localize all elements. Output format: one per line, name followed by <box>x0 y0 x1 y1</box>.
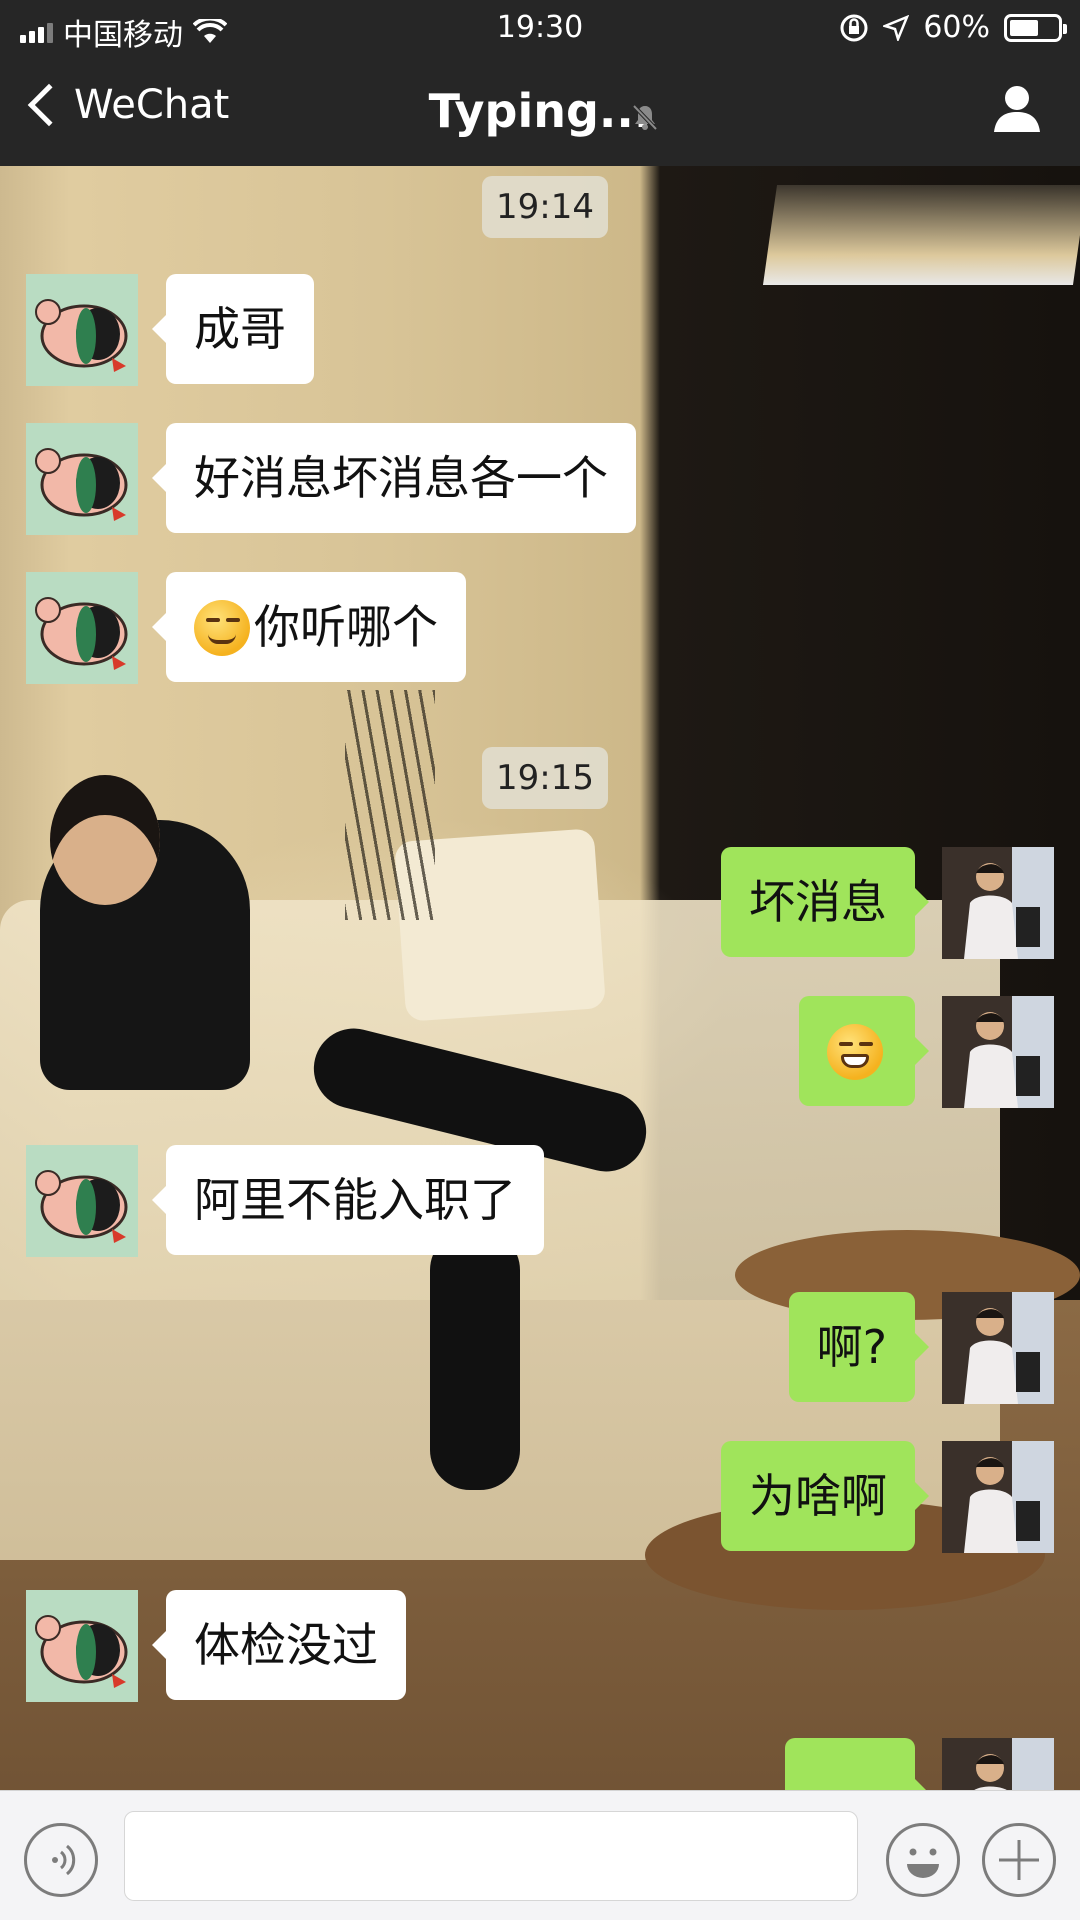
bg-ceiling-light <box>762 185 1080 285</box>
message-bubble[interactable]: 好消息坏消息各一个 <box>152 423 636 533</box>
location-icon <box>883 14 910 41</box>
avatar-image <box>942 1441 1054 1553</box>
avatar-image <box>26 423 138 535</box>
grin-emoji <box>827 1023 883 1080</box>
plus-icon <box>999 1840 1039 1880</box>
message-text: 为啥啊 <box>749 1469 887 1523</box>
mute-icon <box>632 104 658 131</box>
avatar[interactable] <box>942 847 1054 959</box>
timestamp: 19:14 <box>482 176 608 238</box>
message-text: 体检没过 <box>194 1618 378 1672</box>
timestamp: 19:15 <box>482 747 608 809</box>
message-text: 成哥 <box>194 302 286 356</box>
nav-bar: WeChat Typing... <box>0 54 1080 166</box>
avatar[interactable] <box>942 1441 1054 1553</box>
profile-icon[interactable] <box>990 82 1044 136</box>
avatar-image <box>942 996 1054 1108</box>
avatar[interactable] <box>942 1292 1054 1404</box>
message-bubble[interactable]: 体检没过 <box>152 1590 406 1700</box>
avatar[interactable] <box>26 1145 138 1257</box>
chat-title: Typing... <box>428 84 652 138</box>
smirk-emoji <box>194 599 250 656</box>
message-bubble[interactable]: 成哥 <box>152 274 314 384</box>
message-text: 啊? <box>816 1320 887 1374</box>
plus-button[interactable] <box>982 1823 1056 1897</box>
message-bubble[interactable]: 为啥啊 <box>721 1441 929 1551</box>
avatar-image <box>26 274 138 386</box>
avatar-image <box>942 847 1054 959</box>
message-text: 好消息坏消息各一个 <box>194 451 608 505</box>
battery-percent: 60% <box>923 10 990 45</box>
avatar[interactable] <box>26 423 138 535</box>
message-text: 坏消息 <box>749 875 887 929</box>
message-bubble[interactable]: 阿里不能入职了 <box>152 1145 544 1255</box>
avatar-image <box>26 1145 138 1257</box>
rotation-lock-icon <box>840 14 868 41</box>
bg-person-legs <box>430 1230 520 1490</box>
avatar[interactable] <box>942 996 1054 1108</box>
message-text: 阿里不能入职了 <box>194 1173 516 1227</box>
avatar[interactable] <box>26 274 138 386</box>
emoji-icon <box>907 1848 939 1878</box>
battery-icon <box>1004 13 1067 42</box>
emoji-button[interactable] <box>886 1823 960 1897</box>
message-text: 你听哪个 <box>254 600 438 654</box>
status-bar: 中国移动 19:30 60% <box>0 0 1080 54</box>
message-bubble[interactable]: 你听哪个 <box>152 572 466 682</box>
status-right: 60% <box>839 10 1067 45</box>
message-bubble[interactable]: 啊? <box>788 1292 930 1402</box>
avatar[interactable] <box>26 572 138 684</box>
avatar-image <box>26 1590 138 1702</box>
message-bubble[interactable]: 坏消息 <box>721 847 929 957</box>
avatar[interactable] <box>26 1590 138 1702</box>
avatar-image <box>26 572 138 684</box>
message-bubble[interactable] <box>799 996 929 1106</box>
voice-icon <box>52 1844 76 1876</box>
voice-button[interactable] <box>24 1823 98 1897</box>
message-input[interactable] <box>124 1811 858 1901</box>
input-bar <box>0 1790 1080 1920</box>
avatar-image <box>942 1292 1054 1404</box>
bg-plant <box>345 690 435 920</box>
bg-person-head <box>50 775 160 905</box>
